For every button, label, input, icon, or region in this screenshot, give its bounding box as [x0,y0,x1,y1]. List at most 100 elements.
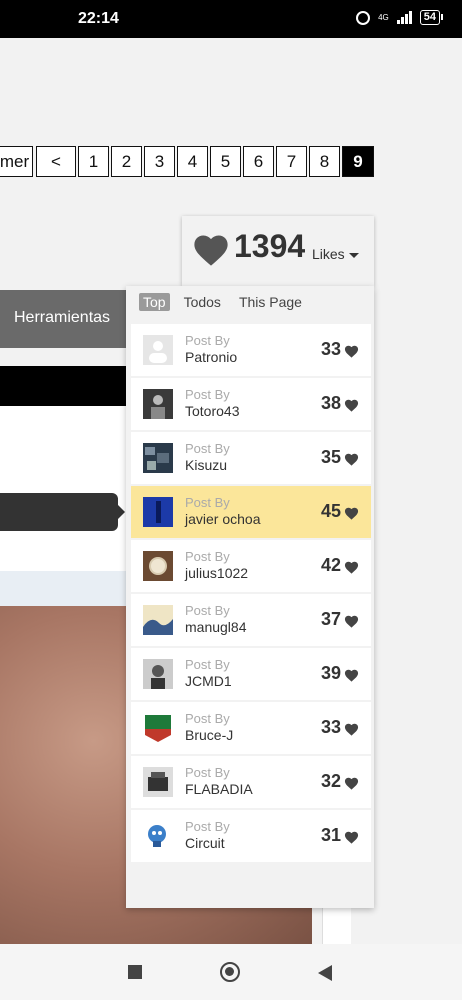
likers-list: Post By Patronio 33 Post By Totoro43 38 Post B… [131,324,371,864]
heart-icon [344,831,359,844]
liker-name[interactable]: Totoro43 [185,403,239,419]
page-button-6[interactable]: 6 [243,146,274,177]
tab-this-page[interactable]: This Page [235,293,306,311]
liker-row[interactable]: Post By javier ochoa 45 [131,486,371,538]
likes-button[interactable]: 1394 Likes [182,216,374,286]
page-button-5[interactable]: 5 [210,146,241,177]
page-button-1[interactable]: 1 [78,146,109,177]
liker-score: 33 [320,339,341,359]
post-by-label: Post By [185,495,230,510]
heart-icon [344,345,359,358]
nav-bar [0,944,462,1000]
badge-avatar[interactable] [143,713,173,743]
caret-down-icon [349,253,359,258]
heart-icon [344,561,359,574]
likes-dropdown: Top Todos This Page Post By Patronio 33 Pos… [126,286,374,908]
heart-icon [344,723,359,736]
liker-row[interactable]: Post By manugl84 37 [131,594,371,646]
network-type: 4G [378,12,389,22]
liker-name[interactable]: Bruce-J [185,727,233,743]
liker-name[interactable]: FLABADIA [185,781,253,797]
liker-score: 38 [320,393,341,413]
post-by-label: Post By [185,819,230,834]
back-button[interactable] [318,965,332,981]
heart-icon [344,615,359,628]
post-by-label: Post By [185,333,230,348]
status-time: 22:14 [78,10,119,27]
page-button-9-active[interactable]: 9 [342,146,374,177]
post-by-label: Post By [185,441,230,456]
tab-top[interactable]: Top [139,293,170,311]
liker-score: 32 [320,771,341,791]
liker-name[interactable]: julius1022 [185,565,248,581]
liker-row[interactable]: Post By JCMD1 39 [131,648,371,700]
post-by-label: Post By [185,657,230,672]
heart-icon [344,669,359,682]
liker-score: 42 [320,555,341,575]
liker-score: 31 [320,825,341,845]
liker-score: 45 [320,501,341,521]
heart-icon [344,399,359,412]
black-band [0,366,130,406]
liker-name[interactable]: javier ochoa [185,511,261,527]
signal-icon [396,11,412,24]
liker-name[interactable]: JCMD1 [185,673,232,689]
wave-avatar[interactable] [143,605,173,635]
status-bar: 22:14 4G 54 [0,0,462,38]
likes-count: 1394 [234,228,306,264]
page-button-2[interactable]: 2 [111,146,142,177]
liker-row[interactable]: Post By Totoro43 38 [131,378,371,430]
liker-name[interactable]: Patronio [185,349,237,365]
page-button-partial[interactable]: mer [0,146,33,177]
liker-row[interactable]: Post By julius1022 42 [131,540,371,592]
blank-avatar[interactable] [143,335,173,365]
liker-score: 35 [320,447,341,467]
typewriter-avatar[interactable] [143,767,173,797]
battery-icon: 54 [419,10,444,25]
post-by-label: Post By [185,711,230,726]
prev-page-button[interactable]: < [36,146,76,177]
pill-arrow-icon [118,505,125,519]
tab-todos[interactable]: Todos [180,293,225,311]
content-panel [0,406,130,571]
likes-tabs: Top Todos This Page [139,292,306,312]
status-icons: 4G 54 [356,10,444,25]
heart-icon [344,777,359,790]
heart-icon [194,235,228,266]
page: mer < 1 2 3 4 5 6 7 8 9 Herramientas 139… [0,38,462,944]
page-button-7[interactable]: 7 [276,146,307,177]
dark-pill[interactable] [0,493,118,531]
likes-label: Likes [312,246,345,262]
page-button-4[interactable]: 4 [177,146,208,177]
liker-row[interactable]: Post By Kisuzu 35 [131,432,371,484]
watch-avatar[interactable] [143,551,173,581]
mosaic-avatar[interactable] [143,443,173,473]
blue-avatar[interactable] [143,497,173,527]
person-avatar[interactable] [143,389,173,419]
liker-score: 39 [320,663,341,683]
liker-score: 37 [320,609,341,629]
heart-icon [344,453,359,466]
post-by-label: Post By [185,603,230,618]
liker-name[interactable]: manugl84 [185,619,247,635]
liker-row[interactable]: Post By Bruce-J 33 [131,702,371,754]
liker-name[interactable]: Circuit [185,835,225,851]
home-button[interactable] [220,962,240,982]
alarm-icon [356,10,371,25]
recents-button[interactable] [128,965,142,979]
post-by-label: Post By [185,387,230,402]
skull-avatar[interactable] [143,821,173,851]
liker-row[interactable]: Post By Patronio 33 [131,324,371,376]
post-by-label: Post By [185,765,230,780]
menu-herramientas[interactable]: Herramientas [14,309,110,327]
portrait-avatar[interactable] [143,659,173,689]
liker-row[interactable]: Post By FLABADIA 32 [131,756,371,808]
liker-score: 33 [320,717,341,737]
page-button-8[interactable]: 8 [309,146,340,177]
post-by-label: Post By [185,549,230,564]
heart-icon [344,507,359,520]
liker-name[interactable]: Kisuzu [185,457,227,473]
liker-row[interactable]: Post By Circuit 31 [131,810,371,862]
menu-bar[interactable]: Herramientas [0,290,130,348]
page-button-3[interactable]: 3 [144,146,175,177]
